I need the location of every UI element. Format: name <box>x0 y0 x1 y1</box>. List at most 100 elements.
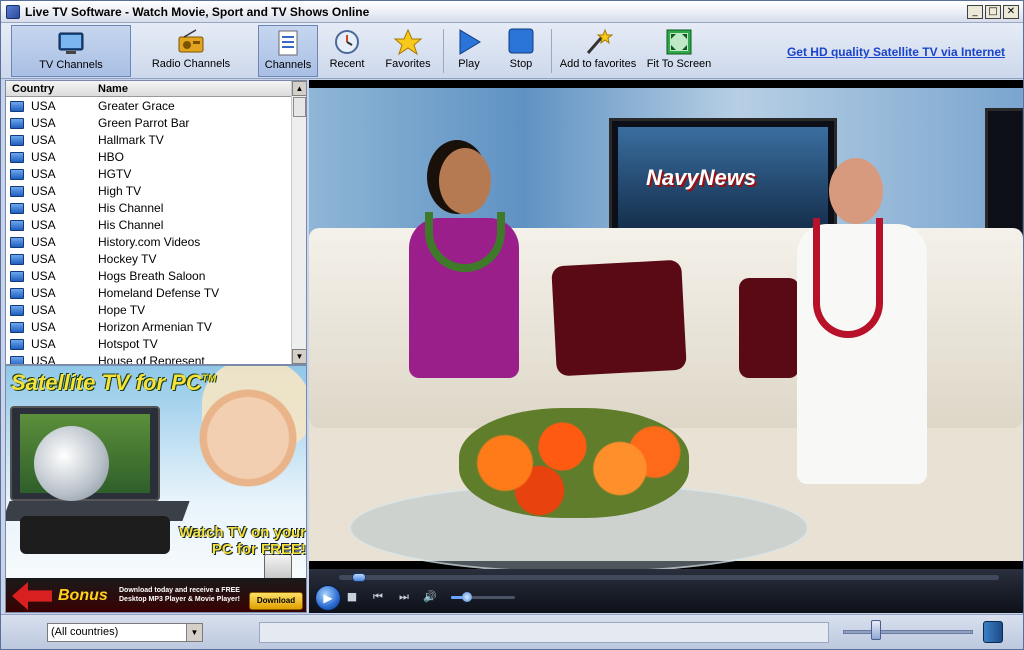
fit-screen-icon <box>666 29 692 55</box>
channel-name: His Channel <box>98 218 164 232</box>
channel-name: HBO <box>98 150 125 164</box>
close-button[interactable]: ✕ <box>1003 5 1019 19</box>
speaker-icon[interactable] <box>983 621 1003 643</box>
channel-row[interactable]: USA High TV <box>6 183 292 200</box>
channel-row[interactable]: USA Hope TV <box>6 302 292 319</box>
channel-name: Hope TV <box>98 303 146 317</box>
channel-row[interactable]: USA Green Parrot Bar <box>6 115 292 132</box>
channel-name: Hockey TV <box>98 252 157 266</box>
channel-row[interactable]: USA HGTV <box>6 166 292 183</box>
channel-row[interactable]: USA History.com Videos <box>6 234 292 251</box>
favorites-button[interactable]: Favorites <box>379 25 437 77</box>
channel-name: Greater Grace <box>98 99 175 113</box>
tv-icon <box>10 203 24 214</box>
stop-button[interactable]: Stop <box>499 25 543 77</box>
radio-channels-button[interactable]: Radio Channels <box>141 25 241 77</box>
channel-name: HGTV <box>98 167 132 181</box>
scroll-up-button[interactable]: ▲ <box>292 81 306 96</box>
hd-satellite-tv-link[interactable]: Get HD quality Satellite TV via Internet <box>787 45 1005 59</box>
channel-row[interactable]: USA Hogs Breath Saloon <box>6 268 292 285</box>
channel-name: High TV <box>98 184 142 198</box>
channel-country: USA <box>31 320 56 334</box>
player-volume-thumb[interactable] <box>462 592 472 602</box>
volume-slider-thumb[interactable] <box>870 620 881 640</box>
recent-button[interactable]: Recent <box>323 25 371 77</box>
receiver-box-image <box>20 516 170 554</box>
channel-row[interactable]: USA HBO <box>6 149 292 166</box>
channel-row[interactable]: USA Hockey TV <box>6 251 292 268</box>
video-area[interactable]: NavyNews <box>309 80 1023 569</box>
chevron-down-icon[interactable]: ▼ <box>186 624 202 641</box>
tv-icon <box>10 237 24 248</box>
list-scrollbar[interactable]: ▲ ▼ <box>291 81 306 364</box>
bonus-description: Download today and receive a FREE Deskto… <box>119 587 240 603</box>
player-next-button[interactable]: ⏭ <box>397 590 411 604</box>
tv-icon <box>10 322 24 333</box>
channel-row[interactable]: USA His Channel <box>6 217 292 234</box>
tv-channels-button[interactable]: TV Channels <box>11 25 131 77</box>
channel-row[interactable]: USA Hallmark TV <box>6 132 292 149</box>
channel-row[interactable]: USA Greater Grace <box>6 98 292 115</box>
channel-country: USA <box>31 286 56 300</box>
channel-list: Country Name USA Greater Grace USA Green Pa… <box>5 80 307 365</box>
tv-icon <box>10 101 24 112</box>
satellite-dish-image <box>34 426 109 501</box>
list-header: Country Name <box>6 81 292 97</box>
fit-to-screen-button[interactable]: Fit To Screen <box>645 25 713 77</box>
channel-country: USA <box>31 99 56 113</box>
channel-row[interactable]: USA His Channel <box>6 200 292 217</box>
presenter-woman <box>399 148 529 438</box>
toolbar-separator <box>551 29 552 73</box>
tv-icon <box>10 339 24 350</box>
channel-row[interactable]: USA House of Represent <box>6 353 292 364</box>
channel-country: USA <box>31 150 56 164</box>
country-filter-select[interactable]: (All countries) ▼ <box>47 623 203 642</box>
channel-name: Horizon Armenian TV <box>98 320 212 334</box>
tv-icon <box>10 169 24 180</box>
seek-thumb[interactable] <box>352 573 367 582</box>
volume-icon[interactable]: 🔊 <box>423 590 437 604</box>
minimize-button[interactable]: _ <box>967 5 983 19</box>
flower-arrangement <box>459 408 689 518</box>
channel-rows: USA Greater Grace USA Green Parrot Bar USA Ha… <box>6 98 292 364</box>
tv-icon <box>58 32 84 54</box>
tv-icon <box>10 288 24 299</box>
channel-name: Hogs Breath Saloon <box>98 269 206 283</box>
player-stop-button[interactable]: ■ <box>345 590 359 604</box>
tv-icon <box>10 186 24 197</box>
add-to-favorites-button[interactable]: Add to favorites <box>557 25 639 77</box>
satellite-tv-ad-banner[interactable]: Satellite TV for PCTM Watch TV on your P… <box>5 365 307 613</box>
download-now-button[interactable]: Download Now <box>249 592 303 610</box>
player-play-button[interactable]: ▶ <box>315 585 341 611</box>
country-filter-value: (All countries) <box>51 626 119 638</box>
column-header-name[interactable]: Name <box>98 83 128 95</box>
channel-country: USA <box>31 337 56 351</box>
channel-country: USA <box>31 218 56 232</box>
tv-icon <box>10 152 24 163</box>
bonus-label: Bonus <box>58 587 108 604</box>
scroll-thumb[interactable] <box>293 97 306 117</box>
volume-slider-track[interactable] <box>843 630 973 634</box>
channel-row[interactable]: USA Hotspot TV <box>6 336 292 353</box>
ad-headline: Satellite TV for PCTM <box>11 370 217 395</box>
maximize-button[interactable]: □ <box>985 5 1001 19</box>
radio-icon <box>178 29 204 53</box>
seek-bar[interactable] <box>339 575 999 580</box>
title-bar: Live TV Software - Watch Movie, Sport an… <box>1 1 1023 23</box>
channel-country: USA <box>31 167 56 181</box>
player-previous-button[interactable]: ⏮ <box>371 590 385 604</box>
channel-country: USA <box>31 116 56 130</box>
scroll-down-button[interactable]: ▼ <box>292 349 306 364</box>
tv-icon <box>10 135 24 146</box>
status-bar: (All countries) ▼ <box>1 614 1023 649</box>
channel-name: His Channel <box>98 201 164 215</box>
play-button[interactable]: Play <box>449 25 489 77</box>
guest-man <box>789 158 939 488</box>
channel-row[interactable]: USA Homeland Defense TV <box>6 285 292 302</box>
pillow <box>551 259 687 377</box>
channels-button[interactable]: Channels <box>258 25 318 77</box>
channel-row[interactable]: USA Horizon Armenian TV <box>6 319 292 336</box>
player-controls: ▶ ■ ⏮ ⏭ 🔊 <box>309 569 1023 613</box>
column-header-country[interactable]: Country <box>12 83 54 95</box>
red-arrow-icon <box>12 582 52 610</box>
